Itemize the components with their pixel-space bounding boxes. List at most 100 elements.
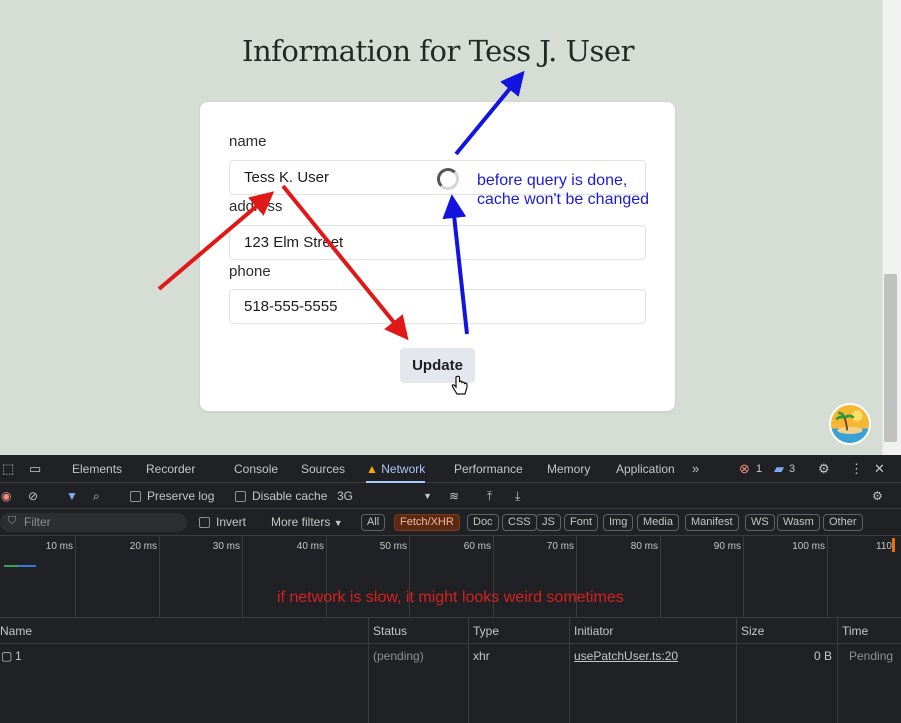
- row-time: Pending: [849, 649, 894, 663]
- network-settings-icon[interactable]: ⚙: [872, 483, 883, 509]
- tab-network-label: Network: [381, 462, 426, 476]
- tick-label: 100 ms: [792, 541, 825, 552]
- name-label: name: [229, 133, 267, 150]
- address-input[interactable]: 123 Elm Street: [229, 225, 646, 260]
- column-divider: [368, 618, 369, 723]
- column-divider: [569, 618, 570, 723]
- chip-js[interactable]: JS: [536, 514, 561, 531]
- scrollbar-thumb[interactable]: [884, 274, 897, 442]
- chip-css[interactable]: CSS: [502, 514, 537, 531]
- network-note: if network is slow, it might looks weird…: [277, 589, 624, 606]
- network-conditions-icon[interactable]: ≋: [449, 483, 459, 509]
- tick-label: 50 ms: [379, 541, 407, 552]
- tab-network[interactable]: ▲ Network: [366, 455, 426, 483]
- row-type: xhr: [473, 649, 490, 663]
- tick-line: [75, 536, 76, 618]
- tick-label: 10 ms: [45, 541, 73, 552]
- loading-spinner-icon: [437, 168, 459, 190]
- tab-performance[interactable]: Performance: [454, 455, 523, 483]
- message-count: 3: [789, 463, 796, 475]
- warning-icon: ▲: [366, 462, 378, 476]
- inspect-element-icon[interactable]: ⬚: [2, 455, 14, 483]
- column-divider: [736, 618, 737, 723]
- more-filters-label: More filters: [271, 515, 331, 529]
- col-time[interactable]: Time: [838, 618, 868, 644]
- import-har-icon[interactable]: ⤒: [487, 483, 492, 509]
- kebab-menu-icon[interactable]: ⋮: [850, 455, 863, 483]
- devtools-tabbar: ⬚ ▭ Elements Recorder Console Sources ▲ …: [0, 455, 901, 483]
- col-status[interactable]: Status: [369, 618, 407, 644]
- error-icon[interactable]: ⊗: [739, 455, 750, 483]
- throttling-value: 3G: [337, 489, 354, 503]
- row-initiator-link[interactable]: usePatchUser.ts:20: [570, 644, 678, 668]
- chip-img[interactable]: Img: [603, 514, 634, 531]
- tick-line: [660, 536, 661, 618]
- search-icon[interactable]: ⌕: [93, 483, 100, 509]
- record-stop-icon[interactable]: ◉: [1, 483, 11, 509]
- tick-line: [743, 536, 744, 618]
- tick-label: 30 ms: [212, 541, 240, 552]
- column-divider: [837, 618, 838, 723]
- col-name[interactable]: Name: [0, 618, 32, 644]
- chip-other[interactable]: Other: [823, 514, 863, 531]
- tick-label: 110: [876, 541, 892, 552]
- tick-line: [159, 536, 160, 618]
- hand-cursor-icon: [451, 375, 468, 395]
- tab-sources[interactable]: Sources: [301, 455, 345, 483]
- chip-media[interactable]: Media: [637, 514, 679, 531]
- tick-label: 40 ms: [296, 541, 324, 552]
- filter-input[interactable]: Filter: [0, 513, 187, 532]
- preserve-log-label: Preserve log: [147, 489, 215, 503]
- tick-label: 70 ms: [546, 541, 574, 552]
- throttling-select[interactable]: 3G ▼: [337, 483, 432, 509]
- chip-fetch-xhr[interactable]: Fetch/XHR: [394, 514, 460, 531]
- invert-checkbox[interactable]: Invert: [199, 509, 246, 535]
- column-divider: [468, 618, 469, 723]
- invert-label: Invert: [216, 515, 247, 529]
- page-area: Information for Tess J. User name Tess K…: [0, 0, 901, 455]
- settings-gear-icon[interactable]: ⚙: [818, 455, 830, 483]
- row-size: 0 B: [813, 649, 832, 663]
- row-name[interactable]: 1: [11, 644, 22, 668]
- disable-cache-label: Disable cache: [252, 489, 328, 503]
- close-icon[interactable]: ✕: [874, 455, 885, 483]
- tick-label: 60 ms: [463, 541, 491, 552]
- disable-cache-checkbox[interactable]: Disable cache: [235, 483, 327, 509]
- device-toolbar-icon[interactable]: ▭: [29, 455, 41, 483]
- chip-font[interactable]: Font: [564, 514, 599, 531]
- tab-application[interactable]: Application: [616, 455, 675, 483]
- col-size[interactable]: Size: [737, 618, 764, 644]
- export-har-icon[interactable]: ⤓: [515, 483, 520, 509]
- chip-wasm[interactable]: Wasm: [777, 514, 820, 531]
- filter-funnel-icon[interactable]: ▼: [66, 483, 78, 509]
- preserve-log-checkbox[interactable]: Preserve log: [130, 483, 214, 509]
- chip-doc[interactable]: Doc: [467, 514, 499, 531]
- col-initiator[interactable]: Initiator: [570, 618, 613, 644]
- table-row[interactable]: ▢ 1 (pending) xhr usePatchUser.ts:20 0 B…: [0, 644, 901, 668]
- network-table-header: Name Status Type Initiator Size Time: [0, 618, 901, 644]
- tab-console[interactable]: Console: [234, 455, 278, 483]
- more-filters-dropdown[interactable]: More filters ▼: [271, 509, 343, 535]
- error-count: 1: [756, 463, 763, 475]
- tick-line: [827, 536, 828, 618]
- tab-memory[interactable]: Memory: [547, 455, 590, 483]
- phone-input[interactable]: 518-555-5555: [229, 289, 646, 324]
- filter-icon: ⛉: [8, 515, 17, 527]
- network-toolbar: ◉ ⊘ ▼ ⌕ Preserve log Disable cache 3G ▼ ≋…: [0, 483, 901, 509]
- chip-ws[interactable]: WS: [745, 514, 775, 531]
- tab-elements[interactable]: Elements: [72, 455, 122, 483]
- phone-label: phone: [229, 263, 271, 280]
- island-avatar-icon[interactable]: [829, 403, 871, 445]
- col-type[interactable]: Type: [469, 618, 499, 644]
- tick-label: 80 ms: [630, 541, 658, 552]
- more-tabs-icon[interactable]: »: [692, 455, 699, 483]
- page-title: Information for Tess J. User: [242, 34, 634, 68]
- clear-icon[interactable]: ⊘: [28, 483, 38, 509]
- tab-recorder[interactable]: Recorder: [146, 455, 195, 483]
- tick-label: 90 ms: [713, 541, 741, 552]
- chip-manifest[interactable]: Manifest: [685, 514, 739, 531]
- request-waiting-bar: [4, 565, 18, 567]
- tick-label: 20 ms: [129, 541, 157, 552]
- chip-all[interactable]: All: [361, 514, 386, 531]
- message-icon[interactable]: ▰: [774, 455, 784, 483]
